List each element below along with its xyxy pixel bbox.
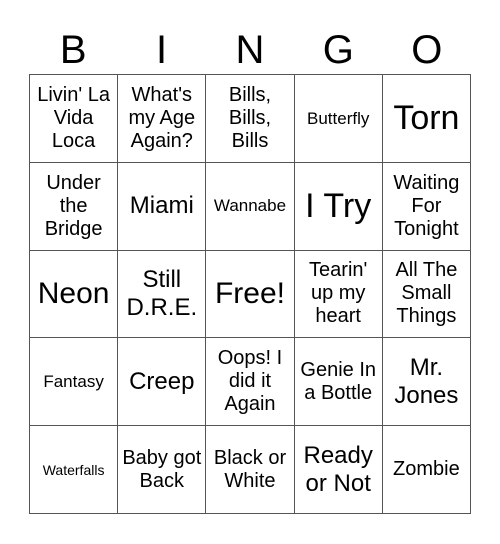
bingo-cell[interactable]: Under the Bridge	[30, 162, 119, 251]
bingo-cell-text: Zombie	[393, 458, 460, 481]
bingo-cell[interactable]: Still D.R.E.	[118, 250, 207, 339]
bingo-cell-text: All The Small Things	[395, 259, 458, 328]
header-letter-n: N	[235, 28, 265, 72]
bingo-cell-text: Mr. Jones	[394, 354, 459, 409]
bingo-cell-text: I Try	[305, 186, 372, 225]
bingo-cell-text: Miami	[129, 192, 194, 220]
bingo-cell-text: Waiting For Tonight	[393, 171, 460, 240]
bingo-cell[interactable]: Genie In a Bottle	[294, 338, 383, 427]
header-letter-b: B	[59, 28, 87, 72]
bingo-cell[interactable]: I Try	[294, 162, 383, 251]
bingo-cell[interactable]: Miami	[118, 162, 207, 251]
bingo-cell[interactable]: Black or White	[206, 426, 295, 514]
bingo-cell[interactable]: Butterfly	[294, 75, 383, 163]
bingo-cell-text: Under the Bridge	[44, 171, 103, 240]
bingo-cell[interactable]: Torn	[382, 75, 471, 163]
bingo-cell[interactable]: Tearin' up my heart	[294, 250, 383, 339]
bingo-cell[interactable]: Baby got Back	[118, 426, 207, 514]
bingo-cell-text: Waterfalls	[42, 461, 105, 478]
bingo-cell[interactable]: Neon	[30, 250, 119, 339]
bingo-cell[interactable]: Free!	[206, 250, 295, 339]
bingo-cell[interactable]: Wannabe	[206, 162, 295, 251]
header-letter-i: I	[156, 28, 168, 72]
bingo-cell[interactable]: All The Small Things	[382, 250, 471, 339]
header-letter-o: O	[411, 28, 443, 72]
bingo-cell-text: Bills, Bills, Bills	[228, 83, 272, 152]
bingo-cell[interactable]: Waterfalls	[30, 426, 119, 514]
bingo-cell-text: Genie In a Bottle	[300, 358, 376, 404]
bingo-cell-text: Torn	[393, 98, 460, 137]
bingo-cell-text: Livin' La Vida Loca	[37, 83, 110, 152]
bingo-cell-text: Black or White	[213, 446, 287, 492]
bingo-cell[interactable]: What's my Age Again?	[118, 75, 207, 163]
bingo-cell[interactable]: Livin' La Vida Loca	[30, 75, 119, 163]
bingo-cell-text: What's my Age Again?	[128, 83, 196, 152]
bingo-cell-text: Creep	[129, 367, 195, 395]
header-letter-g: G	[322, 28, 354, 72]
bingo-cell-text: Tearin' up my heart	[309, 259, 368, 328]
bingo-cell[interactable]: Mr. Jones	[382, 338, 471, 427]
bingo-card-grid: Livin' La Vida Loca What's my Age Again? B…	[29, 74, 471, 514]
bingo-header: B I N G O	[29, 26, 471, 74]
bingo-cell[interactable]: Bills, Bills, Bills	[206, 75, 295, 163]
bingo-cell[interactable]: Creep	[118, 338, 207, 427]
bingo-cell-text: Butterfly	[307, 108, 370, 128]
bingo-cell-text: Baby got Back	[122, 446, 202, 492]
bingo-cell-text: Wannabe	[213, 196, 287, 216]
bingo-cell-text: Free!	[214, 276, 285, 310]
bingo-cell[interactable]: Fantasy	[30, 338, 119, 427]
bingo-cell-text: Still D.R.E.	[126, 266, 198, 321]
bingo-cell-text: Ready or Not	[303, 442, 373, 497]
bingo-cell-text: Neon	[37, 276, 110, 310]
bingo-cell-text: Fantasy	[43, 372, 104, 392]
bingo-cell-text: Oops! I did it Again	[217, 347, 283, 416]
bingo-cell[interactable]: Zombie	[382, 426, 471, 514]
bingo-cell[interactable]: Waiting For Tonight	[382, 162, 471, 251]
bingo-cell[interactable]: Oops! I did it Again	[206, 338, 295, 427]
bingo-cell[interactable]: Ready or Not	[294, 426, 383, 514]
